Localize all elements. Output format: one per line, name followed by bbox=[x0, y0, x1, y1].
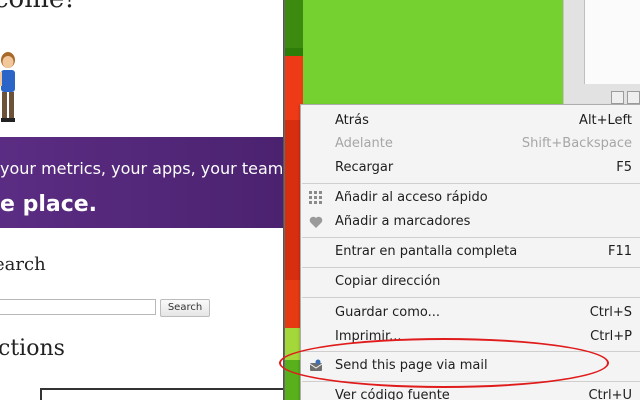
menu-separator bbox=[302, 183, 640, 184]
menu-item-forward[interactable]: Adelante Shift+Backspace bbox=[301, 133, 640, 155]
menu-item-add-speed-dial[interactable]: Añadir al acceso rápido bbox=[301, 187, 640, 209]
menu-separator bbox=[302, 267, 640, 268]
content-box bbox=[40, 388, 283, 400]
screen: come! your metrics, your apps, your team… bbox=[0, 0, 640, 400]
search-heading: earch bbox=[0, 254, 46, 275]
welcome-heading: come! bbox=[0, 0, 75, 14]
green-panel bbox=[303, 0, 563, 104]
promo-banner: your metrics, your apps, your team e pla… bbox=[0, 137, 283, 228]
menu-item-save-as[interactable]: Guardar como... Ctrl+S bbox=[301, 302, 640, 324]
search-input[interactable] bbox=[0, 299, 156, 315]
search-button[interactable]: Search bbox=[160, 299, 210, 317]
highlight-ellipse bbox=[279, 338, 609, 388]
person-illustration bbox=[0, 52, 15, 122]
web-page: come! your metrics, your apps, your team… bbox=[0, 0, 283, 400]
scroll-panel bbox=[584, 0, 640, 84]
menu-item-back[interactable]: Atrás Alt+Left bbox=[301, 110, 640, 132]
banner-headline: e place. bbox=[0, 192, 98, 217]
restore-button[interactable] bbox=[627, 91, 640, 104]
menu-item-copy-address[interactable]: Copiar dirección bbox=[301, 271, 640, 293]
banner-tagline: your metrics, your apps, your team bbox=[0, 159, 283, 178]
sections-heading: ctions bbox=[0, 336, 65, 361]
menu-item-fullscreen[interactable]: Entrar en pantalla completa F11 bbox=[301, 241, 640, 263]
heart-icon bbox=[309, 216, 323, 228]
speed-dial-grid-icon bbox=[309, 191, 322, 204]
minimize-button[interactable] bbox=[611, 91, 624, 104]
menu-item-reload[interactable]: Recargar F5 bbox=[301, 157, 640, 179]
menu-item-add-bookmark[interactable]: Añadir a marcadores bbox=[301, 211, 640, 233]
menu-separator bbox=[302, 237, 640, 238]
menu-separator bbox=[302, 297, 640, 298]
